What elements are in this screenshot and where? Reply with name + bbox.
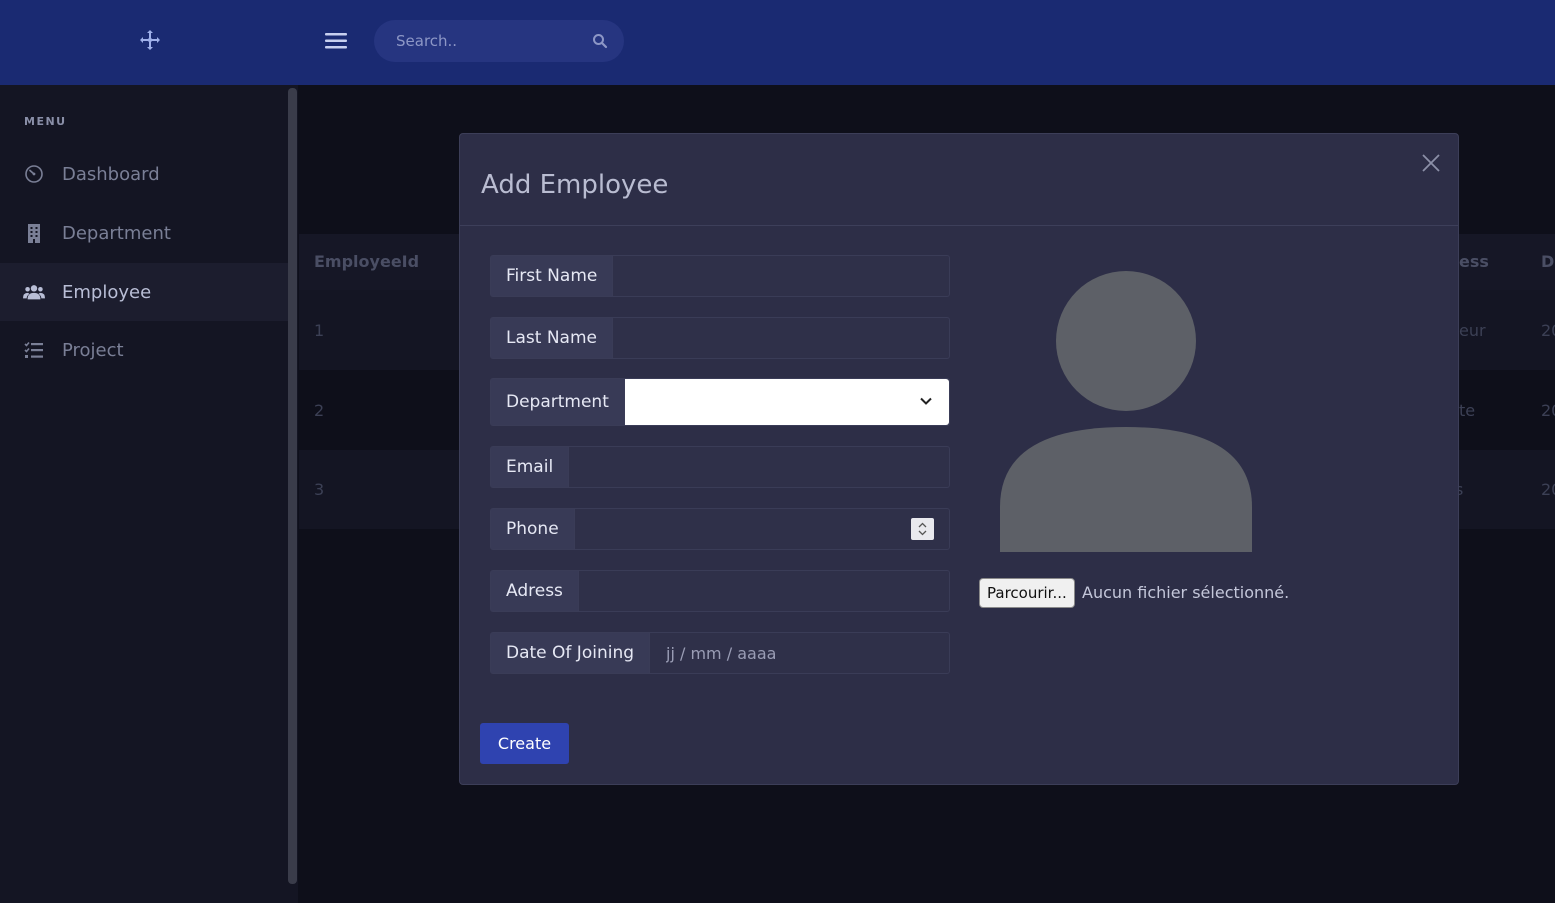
sidebar-item-dashboard[interactable]: Dashboard <box>0 145 288 203</box>
date-of-joining-label: Date Of Joining <box>491 633 651 673</box>
close-icon[interactable] <box>1420 152 1442 174</box>
sidebar-item-label: Dashboard <box>62 163 160 185</box>
email-field: Email <box>490 446 950 488</box>
department-label: Department <box>491 379 625 425</box>
sidebar-item-employee[interactable]: Employee <box>0 263 288 321</box>
last-name-field: Last Name <box>490 317 950 359</box>
table-header-address: ess <box>1459 252 1489 271</box>
building-icon <box>23 222 45 244</box>
address-label: Adress <box>491 571 579 611</box>
file-status: Aucun fichier sélectionné. <box>1082 583 1290 602</box>
browse-file-button[interactable]: Parcourir... <box>979 578 1075 608</box>
sidebar-item-project[interactable]: Project <box>0 321 288 379</box>
first-name-label: First Name <box>491 256 614 296</box>
table-header-date: De <box>1541 252 1555 271</box>
sidebar-item-label: Department <box>62 222 171 244</box>
modal-header: Add Employee <box>460 134 1458 226</box>
search-box <box>374 20 624 62</box>
table-cell-id: 1 <box>314 321 325 340</box>
phone-label: Phone <box>491 509 575 549</box>
table-cell-address: eur <box>1459 321 1486 340</box>
table-header-employeeid: EmployeeId <box>314 252 420 271</box>
sidebar-item-label: Employee <box>62 281 152 303</box>
first-name-field: First Name <box>490 255 950 297</box>
department-select[interactable] <box>624 379 949 425</box>
phone-field: Phone <box>490 508 950 550</box>
table-cell-address: te <box>1459 401 1476 420</box>
table-cell-date: 20 <box>1541 401 1555 420</box>
sidebar-item-label: Project <box>62 339 124 361</box>
address-input[interactable] <box>578 571 949 611</box>
sidebar-item-department[interactable]: Department <box>0 204 288 262</box>
task-list-icon <box>23 339 45 361</box>
table-cell-date: 20 <box>1541 480 1555 499</box>
drag-move-icon[interactable] <box>138 28 162 52</box>
menu-title: MENU <box>24 115 67 128</box>
stepper-arrows-icon <box>918 522 927 536</box>
avatar-placeholder-icon <box>1000 271 1252 552</box>
phone-input[interactable] <box>574 509 949 549</box>
email-label: Email <box>491 447 570 487</box>
add-employee-modal: Add Employee First Name Last Name Depart… <box>459 133 1459 785</box>
gauge-icon <box>23 163 45 185</box>
address-field: Adress <box>490 570 950 612</box>
top-bar <box>0 0 1555 85</box>
modal-title: Add Employee <box>481 170 669 200</box>
email-input[interactable] <box>569 447 949 487</box>
table-cell-id: 3 <box>314 480 325 499</box>
department-field: Department <box>490 378 950 426</box>
sidebar-scrollbar[interactable] <box>288 88 297 884</box>
phone-stepper[interactable] <box>911 518 934 540</box>
first-name-input[interactable] <box>613 256 949 296</box>
create-button[interactable]: Create <box>480 723 569 764</box>
last-name-input[interactable] <box>612 318 949 358</box>
hamburger-icon[interactable] <box>322 28 350 54</box>
table-cell-date: 20 <box>1541 321 1555 340</box>
table-cell-id: 2 <box>314 401 325 420</box>
date-of-joining-input[interactable] <box>650 633 949 673</box>
last-name-label: Last Name <box>491 318 613 358</box>
date-of-joining-field: Date Of Joining <box>490 632 950 674</box>
search-icon[interactable] <box>592 33 608 49</box>
search-input[interactable] <box>374 20 584 62</box>
chevron-down-icon <box>920 397 932 405</box>
users-icon <box>23 281 45 303</box>
